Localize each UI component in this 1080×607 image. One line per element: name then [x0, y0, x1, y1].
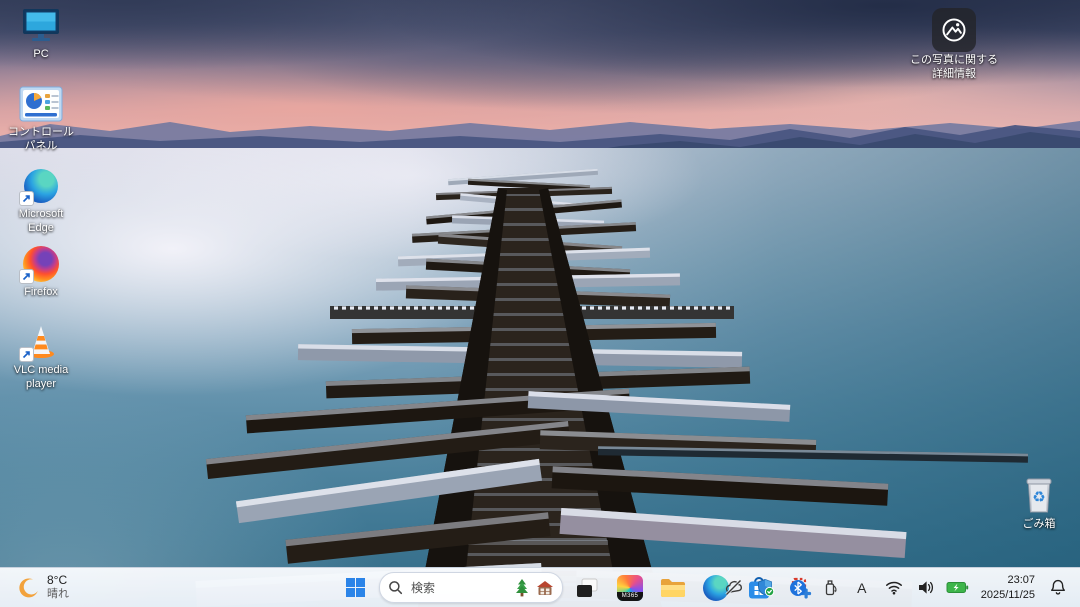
pc-icon	[23, 9, 59, 41]
widgets-weather-button[interactable]: 8°C 晴れ	[8, 568, 79, 607]
task-view-icon	[577, 578, 598, 597]
desktop-icon-label: コントロール パネル	[8, 126, 74, 152]
recycle-bin-label: ごみ箱	[1022, 518, 1056, 530]
wallpaper-pier	[195, 168, 1029, 607]
clock[interactable]: 23:07 2025/11/25	[974, 571, 1042, 605]
desktop-icon-label: VLC media player	[13, 364, 69, 390]
usb-device-icon[interactable]	[814, 571, 846, 605]
crescent-moon-icon	[19, 577, 38, 597]
control-panel-icon	[19, 86, 63, 122]
recycle-bin-icon: ♻	[1026, 478, 1052, 513]
photo-info-button[interactable]: この写真に関する詳細情報	[906, 8, 1002, 82]
weather-condition: 晴れ	[47, 588, 69, 601]
taskbar: 8°C 晴れ 検索 M365 A 23:07 2025/11/25	[0, 567, 1080, 607]
wifi-icon[interactable]	[878, 571, 910, 605]
shortcut-arrow-icon	[19, 269, 34, 284]
notification-bell-icon[interactable]	[1042, 571, 1078, 605]
desktop: PC コントロール パネル Microsoft Edge Firefox VLC…	[0, 0, 1080, 607]
clock-time: 23:07	[1007, 574, 1035, 587]
m365-badge: M365	[617, 591, 643, 601]
windows-logo-icon	[345, 578, 365, 597]
search-icon	[389, 581, 403, 595]
volume-icon[interactable]	[910, 571, 942, 605]
desktop-icon-control-panel[interactable]: コントロール パネル	[5, 84, 77, 154]
windows-security-icon[interactable]	[750, 571, 782, 605]
gingerbread-house-icon	[537, 580, 553, 595]
svg-text:♻: ♻	[1032, 488, 1045, 506]
battery-icon[interactable]	[942, 571, 974, 605]
desktop-icon-edge[interactable]: Microsoft Edge	[5, 166, 77, 236]
ime-mode-indicator[interactable]: A	[846, 571, 878, 605]
photo-info-label: この写真に関する詳細情報	[910, 54, 998, 80]
desktop-icon-label: PC	[33, 48, 49, 60]
task-view-button[interactable]	[568, 571, 606, 605]
photo-icon	[932, 8, 976, 52]
search-box[interactable]	[379, 572, 563, 603]
m365-copilot-button[interactable]: M365	[611, 571, 649, 605]
recycle-bin[interactable]: ♻ ごみ箱	[1006, 474, 1072, 532]
bluetooth-icon[interactable]	[782, 571, 814, 605]
system-tray: A 23:07 2025/11/25	[718, 568, 1078, 607]
desktop-icon-vlc[interactable]: VLC media player	[5, 322, 77, 392]
desktop-icon-firefox[interactable]: Firefox	[5, 244, 77, 300]
file-explorer-icon	[661, 578, 685, 597]
desktop-icon-label: Firefox	[24, 286, 58, 298]
start-button[interactable]	[336, 571, 374, 605]
ime-mode-label: A	[857, 579, 867, 596]
onedrive-icon[interactable]	[718, 571, 750, 605]
clock-date: 2025/11/25	[980, 588, 1035, 601]
shortcut-arrow-icon	[19, 347, 34, 362]
desktop-icon-label: Microsoft Edge	[18, 208, 64, 234]
search-input[interactable]	[409, 579, 508, 596]
weather-temperature: 8°C	[47, 573, 68, 588]
shortcut-arrow-icon	[19, 191, 34, 206]
file-explorer-button[interactable]	[654, 571, 692, 605]
desktop-icon-pc[interactable]: PC	[5, 6, 77, 62]
christmas-tree-icon	[516, 579, 528, 597]
m365-copilot-icon: M365	[617, 574, 643, 601]
